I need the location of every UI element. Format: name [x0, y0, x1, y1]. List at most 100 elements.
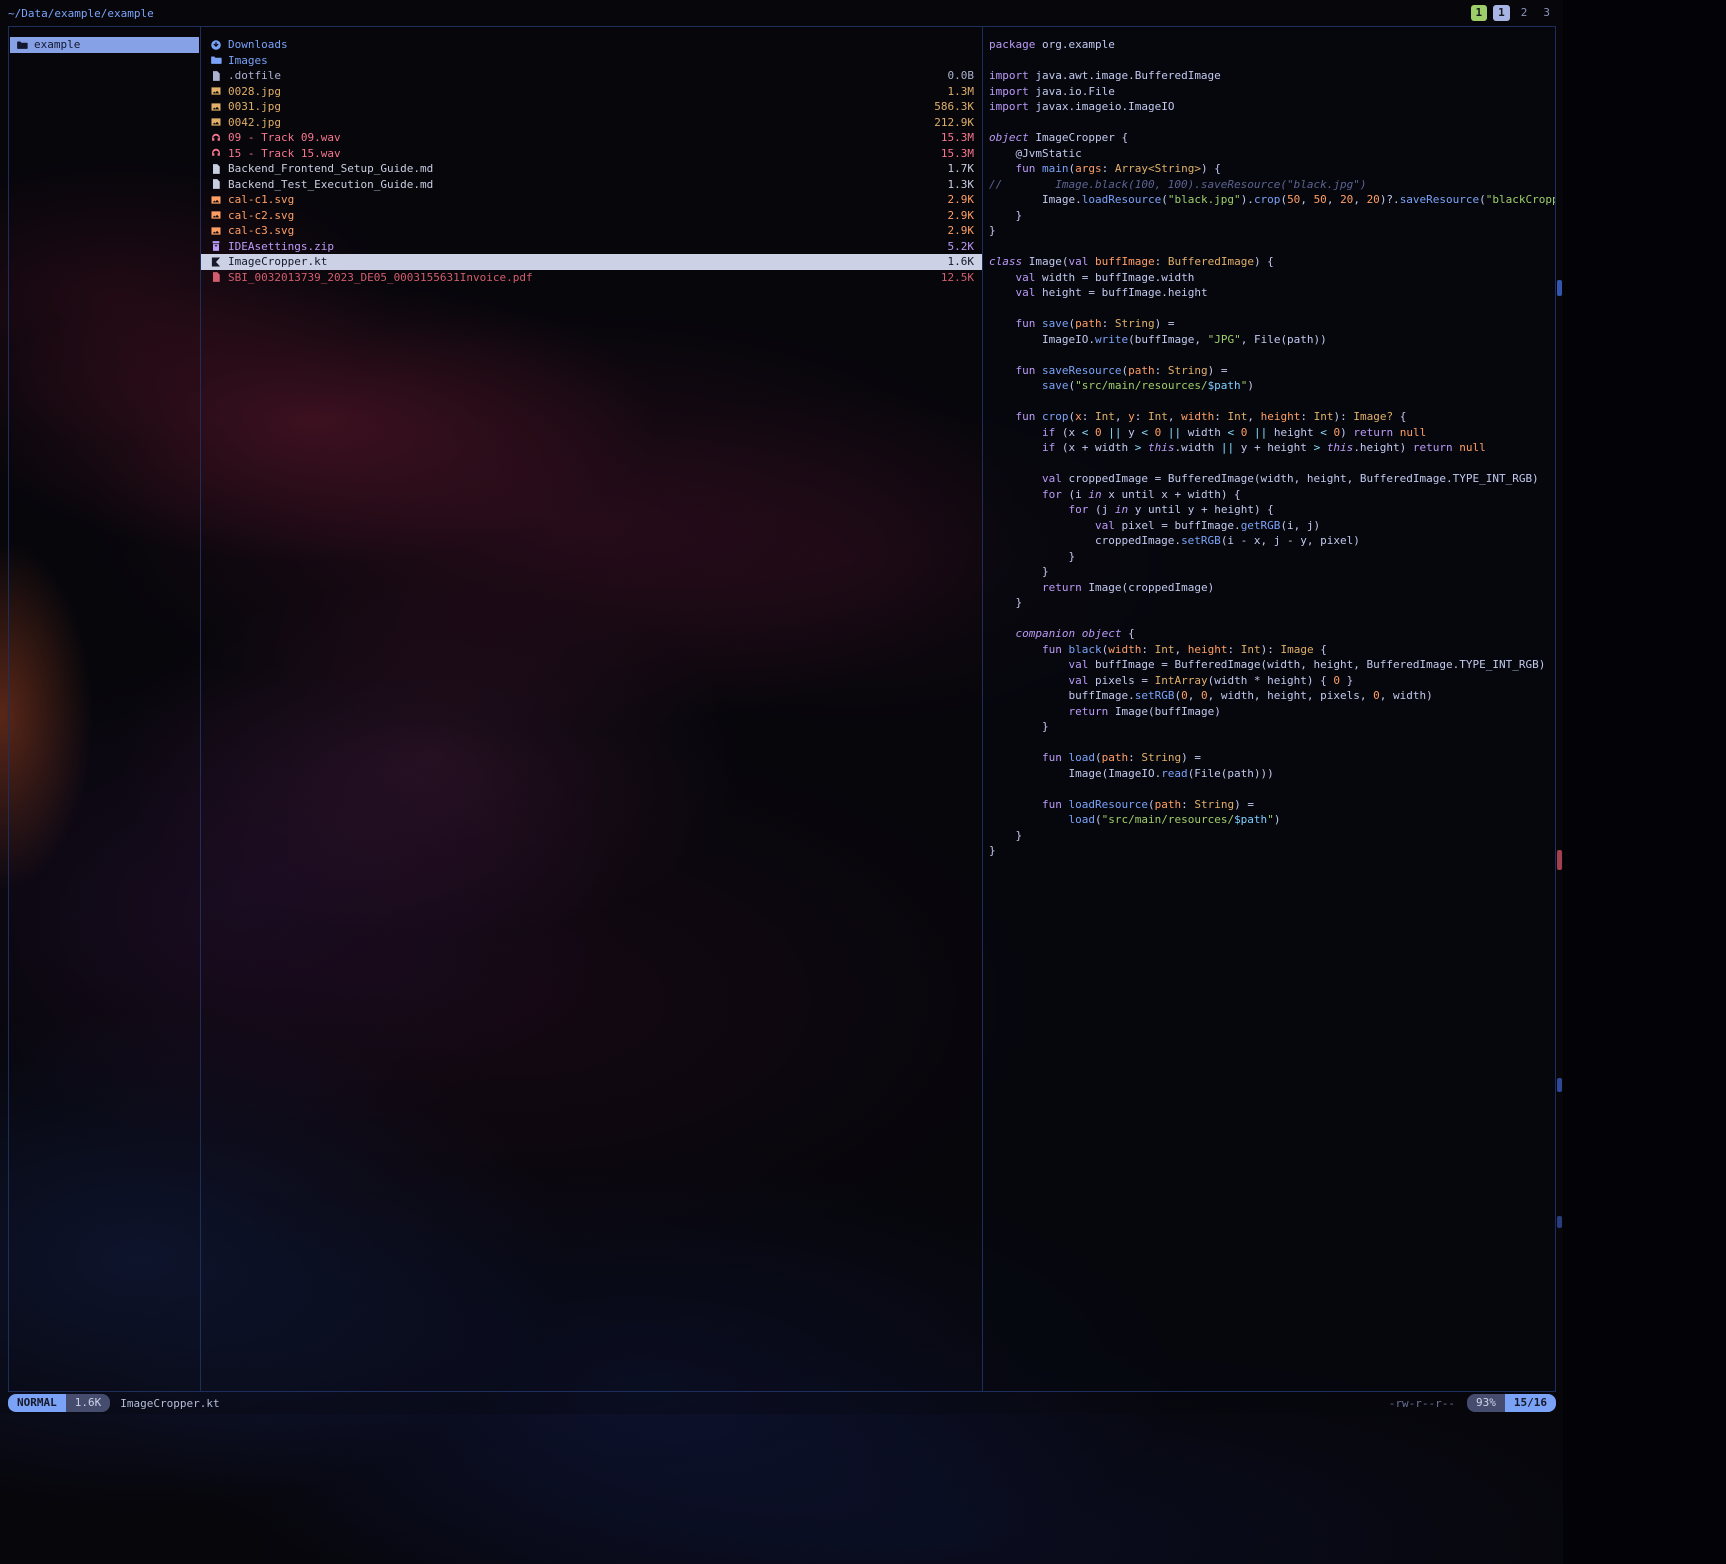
file-name: 15 - Track 15.wav	[228, 147, 341, 160]
file-row[interactable]: 0042.jpg212.9K	[201, 115, 982, 131]
file-name: 0028.jpg	[228, 85, 281, 98]
file-row[interactable]: 0028.jpg 1.3M	[201, 84, 982, 100]
breadcrumb-path: ~/Data/example/example	[8, 7, 154, 20]
file-row[interactable]: cal-c3.svg2.9K	[201, 223, 982, 239]
tab-3[interactable]: 3	[1538, 5, 1555, 21]
code-line: Image(ImageIO.read(File(path)))	[989, 766, 1555, 782]
file-row[interactable]: ImageCropper.kt1.6K	[201, 254, 982, 270]
code-line: fun black(width: Int, height: Int): Imag…	[989, 642, 1555, 658]
file-row[interactable]: Backend_Frontend_Setup_Guide.md 1.7K	[201, 161, 982, 177]
file-name: Backend_Test_Execution_Guide.md	[228, 178, 433, 191]
cursor-position-badge: 15/16	[1505, 1394, 1556, 1412]
code-line	[989, 347, 1555, 363]
audio-icon	[210, 147, 222, 159]
code-line: @JvmStatic	[989, 146, 1555, 162]
image-icon	[210, 85, 222, 97]
code-line: import javax.imageio.ImageIO	[989, 99, 1555, 115]
file-size: 1.3M	[936, 85, 975, 98]
file-row[interactable]: Images	[201, 53, 982, 69]
status-bar: NORMAL 1.6K ImageCropper.kt -rw-r--r-- 9…	[8, 1394, 1556, 1412]
file-name: 09 - Track 09.wav	[228, 131, 341, 144]
parent-list: example	[9, 27, 200, 53]
code-line: val pixels = IntArray(width * height) { …	[989, 673, 1555, 689]
code-line	[989, 611, 1555, 627]
wallpaper-glint	[1557, 1216, 1562, 1228]
image-icon	[210, 101, 222, 113]
code-line: package org.example	[989, 37, 1555, 53]
file-row[interactable]: 0031.jpg 586.3K	[201, 99, 982, 115]
file-row[interactable]: IDEAsettings.zip5.2K	[201, 239, 982, 255]
preview-pane[interactable]: package org.example import java.awt.imag…	[983, 27, 1555, 1391]
images-folder-icon	[210, 54, 222, 66]
code-line: }	[989, 843, 1555, 859]
code-line	[989, 115, 1555, 131]
code-line: fun crop(x: Int, y: Int, width: Int, hei…	[989, 409, 1555, 425]
file-row[interactable]: 09 - Track 09.wav15.3M	[201, 130, 982, 146]
file-size: 1.7K	[936, 162, 975, 175]
tab-1[interactable]: 1	[1493, 5, 1510, 21]
code-line: val width = buffImage.width	[989, 270, 1555, 286]
code-line: val pixel = buffImage.getRGB(i, j)	[989, 518, 1555, 534]
code-line: import java.awt.image.BufferedImage	[989, 68, 1555, 84]
code-line: }	[989, 223, 1555, 239]
header-bar: ~/Data/example/example 1 123	[0, 0, 1563, 26]
code-line: }	[989, 564, 1555, 580]
file-list: DownloadsImages.dotfile0.0B0028.jpg1.3M0…	[201, 27, 982, 285]
code-line: Image.loadResource("black.jpg").crop(50,…	[989, 192, 1555, 208]
code-line: fun loadResource(path: String) =	[989, 797, 1555, 813]
task-count-badge: 1	[1471, 5, 1488, 21]
file-size: 2.9K	[936, 209, 975, 222]
file-size: 1.3K	[936, 178, 975, 191]
code-line: }	[989, 549, 1555, 565]
markdown-icon	[210, 163, 222, 175]
file-row[interactable]: Backend_Test_Execution_Guide.md 1.3K	[201, 177, 982, 193]
file-name: Images	[228, 54, 268, 67]
desktop-background	[1563, 0, 1726, 1564]
file-size: 2.9K	[936, 193, 975, 206]
file-row[interactable]: SBI_0032013739_2023_DE05_0003155631Invoi…	[201, 270, 982, 286]
code-line	[989, 394, 1555, 410]
file-size: 0.0B	[936, 69, 975, 82]
code-line: fun save(path: String) =	[989, 316, 1555, 332]
code-line: // Image.black(100, 100).saveResource("b…	[989, 177, 1555, 193]
file-row[interactable]: cal-c2.svg2.9K	[201, 208, 982, 224]
scroll-percent-badge: 93%	[1467, 1394, 1505, 1412]
code-line: }	[989, 595, 1555, 611]
file-name: Backend_Frontend_Setup_Guide.md	[228, 162, 433, 175]
file-name: .dotfile	[228, 69, 281, 82]
kotlin-icon	[210, 256, 222, 268]
file-row[interactable]: cal-c1.svg 2.9K	[201, 192, 982, 208]
archive-icon	[210, 240, 222, 252]
file-size: 1.6K	[936, 255, 975, 268]
code-line: ImageIO.write(buffImage, "JPG", File(pat…	[989, 332, 1555, 348]
file-row[interactable]: Downloads	[201, 37, 982, 53]
file-size: 5.2K	[936, 240, 975, 253]
code-line: fun saveResource(path: String) =	[989, 363, 1555, 379]
tab-bar: 1 123	[1471, 5, 1556, 21]
image-icon	[210, 116, 222, 128]
file-name: cal-c1.svg	[228, 193, 294, 206]
file-size: 12.5K	[929, 271, 974, 284]
file-size-badge: 1.6K	[66, 1394, 111, 1412]
code-line: val buffImage = BufferedImage(width, hei…	[989, 657, 1555, 673]
parent-pane: example	[9, 27, 201, 1391]
file-size: 586.3K	[922, 100, 974, 113]
file-row[interactable]: .dotfile 0.0B	[201, 68, 982, 84]
code-line: croppedImage.setRGB(i - x, j - y, pixel)	[989, 533, 1555, 549]
svg-icon	[210, 194, 222, 206]
folder-icon	[16, 39, 28, 51]
parent-dir-item[interactable]: example	[10, 37, 199, 53]
code-line: for (j in y until y + height) {	[989, 502, 1555, 518]
code-line	[989, 53, 1555, 69]
tab-2[interactable]: 2	[1516, 5, 1533, 21]
file-size: 15.3M	[929, 147, 974, 160]
file-name: 0042.jpg	[228, 116, 281, 129]
svg-icon	[210, 209, 222, 221]
code-line	[989, 301, 1555, 317]
current-pane: DownloadsImages.dotfile0.0B0028.jpg1.3M0…	[201, 27, 983, 1391]
file-row[interactable]: 15 - Track 15.wav 15.3M	[201, 146, 982, 162]
svg-icon	[210, 225, 222, 237]
code-line: object ImageCropper {	[989, 130, 1555, 146]
file-name: 0031.jpg	[228, 100, 281, 113]
code-line: buffImage.setRGB(0, 0, width, height, pi…	[989, 688, 1555, 704]
